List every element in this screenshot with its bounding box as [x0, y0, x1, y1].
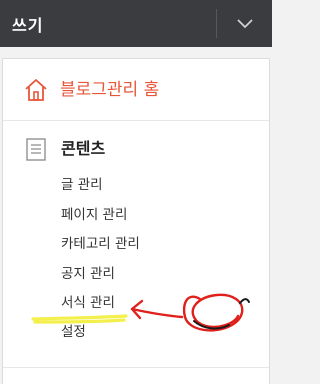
- menu-item-post-manage[interactable]: 글 관리: [61, 176, 103, 194]
- blog-home-label: 블로그관리 홈: [60, 80, 160, 100]
- top-bar: 쓰기: [0, 0, 272, 47]
- menu-item-page-manage[interactable]: 페이지 관리: [61, 206, 127, 224]
- home-icon: [25, 79, 47, 101]
- menu-item-template-manage[interactable]: 서식 관리: [61, 294, 115, 312]
- sidebar-panel: 블로그관리 홈 콘텐츠 글 관리 페이지 관리 카테고리 관리 공지 관리 서식…: [2, 58, 270, 384]
- sidebar-item-blog-home[interactable]: 블로그관리 홈: [3, 59, 269, 121]
- write-button[interactable]: 쓰기: [0, 0, 216, 47]
- menu-item-notice-manage[interactable]: 공지 관리: [61, 265, 115, 283]
- document-icon: [26, 138, 46, 161]
- contents-section-title: 콘텐츠: [61, 139, 106, 158]
- menu-item-settings[interactable]: 설정: [61, 323, 86, 341]
- section-divider: [3, 367, 269, 368]
- write-button-label: 쓰기: [12, 15, 44, 35]
- write-dropdown-button[interactable]: [217, 0, 272, 47]
- menu-item-category-manage[interactable]: 카테고리 관리: [61, 235, 140, 253]
- chevron-down-icon: [236, 18, 253, 28]
